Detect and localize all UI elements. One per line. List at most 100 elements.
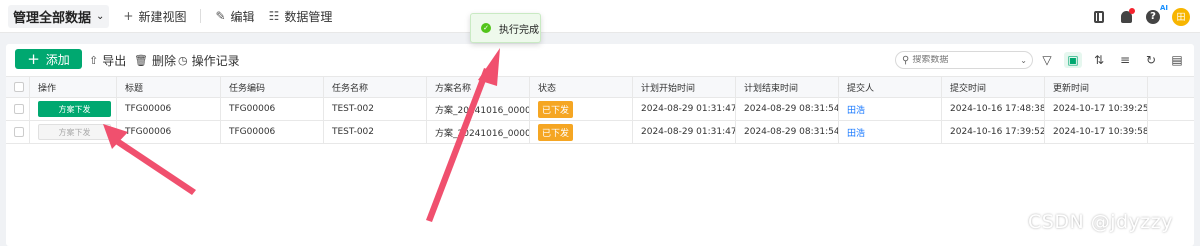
new-view-button[interactable]: + 新建视图 bbox=[123, 8, 186, 25]
task-code-cell: TFG00006 bbox=[221, 98, 324, 120]
action-cell: 方案下发 bbox=[30, 121, 117, 143]
edit-button[interactable]: ✎ 编辑 bbox=[215, 8, 254, 25]
check-circle-icon: ✓ bbox=[481, 23, 491, 33]
plan-end-cell: 2024-08-29 08:31:54 bbox=[736, 98, 839, 120]
row-checkbox[interactable] bbox=[14, 127, 24, 137]
task-name-cell: TEST-002 bbox=[324, 98, 427, 120]
export-label: 导出 bbox=[102, 54, 127, 68]
title-cell: TFG00006 bbox=[117, 121, 221, 143]
search-icon: ⚲ bbox=[902, 54, 910, 66]
plus-icon: + bbox=[27, 49, 40, 68]
top-bar: 管理全部数据 ⌄ + 新建视图 ✎ 编辑 ☷ 数据管理 ? AI 田 bbox=[0, 0, 1200, 33]
avatar-text: 田 bbox=[1172, 7, 1190, 26]
table-row[interactable]: 方案下发 TFG00006 TFG00006 TEST-002 方案_20241… bbox=[6, 98, 1194, 121]
data-manage-label: 数据管理 bbox=[284, 9, 333, 24]
column-header-spacer bbox=[1148, 77, 1194, 97]
dispatch-plan-button[interactable]: 方案下发 bbox=[38, 101, 111, 117]
edit-label: 编辑 bbox=[230, 9, 255, 24]
action-cell: 方案下发 bbox=[30, 98, 117, 120]
refresh-icon[interactable]: ↻ bbox=[1142, 52, 1160, 68]
submitter-link[interactable]: 田浩 bbox=[847, 103, 865, 116]
view-selector[interactable]: 管理全部数据 ⌄ bbox=[8, 4, 110, 28]
submit-time-cell: 2024-10-16 17:39:52 bbox=[942, 121, 1045, 143]
table-row[interactable]: 方案下发 TFG00006 TFG00006 TEST-002 方案_20241… bbox=[6, 121, 1194, 144]
pencil-icon: ✎ bbox=[215, 9, 226, 23]
column-header[interactable]: 状态 bbox=[530, 77, 633, 97]
task-name-cell: TEST-002 bbox=[324, 121, 427, 143]
filter-icon[interactable]: ▽ bbox=[1038, 52, 1056, 68]
column-header[interactable]: 操作 bbox=[30, 77, 117, 97]
row-spacer bbox=[1148, 121, 1194, 143]
column-header[interactable]: 方案名称 bbox=[427, 77, 530, 97]
dispatch-plan-button-disabled: 方案下发 bbox=[38, 124, 111, 140]
submitter-cell: 田浩 bbox=[839, 121, 942, 143]
status-badge: 已下发 bbox=[538, 100, 574, 118]
select-all-checkbox[interactable] bbox=[14, 82, 24, 92]
column-header[interactable]: 任务名称 bbox=[324, 77, 427, 97]
operation-log-label: 操作记录 bbox=[191, 54, 240, 68]
status-badge: 已下发 bbox=[538, 123, 574, 141]
table-header-row: 操作 标题 任务编码 任务名称 方案名称 状态 计划开始时间 计划结束时间 提交… bbox=[6, 76, 1194, 98]
data-table-card: + 添加 ⇧ 导出 🗑 删除 ◷ 操作记录 ⚲ ⌄ ▽ ▣ ⇅ ≡ ↻ ▤ 操作 bbox=[6, 44, 1194, 246]
select-all-cell[interactable] bbox=[6, 77, 30, 97]
table-toolbar: + 添加 ⇧ 导出 🗑 删除 ◷ 操作记录 ⚲ ⌄ ▽ ▣ ⇅ ≡ ↻ ▤ bbox=[6, 44, 1194, 76]
success-toast: ✓ 执行完成 bbox=[470, 13, 541, 43]
divider bbox=[200, 9, 202, 23]
plus-icon: + bbox=[123, 9, 134, 23]
clock-icon: ◷ bbox=[178, 54, 188, 67]
data-manage-button[interactable]: ☷ 数据管理 bbox=[269, 8, 333, 25]
database-icon: ☷ bbox=[268, 9, 280, 23]
help-icon[interactable]: ? AI bbox=[1144, 0, 1168, 33]
column-header[interactable]: 标题 bbox=[117, 77, 221, 97]
watermark: CSDN @jdyzzy bbox=[1028, 211, 1173, 233]
column-header[interactable]: 提交时间 bbox=[942, 77, 1045, 97]
submitter-cell: 田浩 bbox=[839, 98, 942, 120]
row-select-cell[interactable] bbox=[6, 121, 30, 143]
add-button[interactable]: + 添加 bbox=[15, 49, 82, 69]
trash-icon: 🗑 bbox=[134, 54, 148, 67]
row-spacer bbox=[1148, 98, 1194, 120]
status-cell: 已下发 bbox=[530, 98, 633, 120]
column-settings-icon[interactable]: ▤ bbox=[1168, 52, 1186, 68]
avatar[interactable]: 田 bbox=[1172, 0, 1190, 33]
status-cell: 已下发 bbox=[530, 121, 633, 143]
task-code-cell: TFG00006 bbox=[221, 121, 324, 143]
chevron-down-icon[interactable]: ⌄ bbox=[1020, 56, 1027, 65]
export-button[interactable]: ⇧ 导出 bbox=[89, 52, 126, 69]
plan-start-cell: 2024-08-29 01:31:47 bbox=[633, 121, 736, 143]
plan-name-cell: 方案_20241016_00005 bbox=[427, 121, 530, 143]
title-cell: TFG00006 bbox=[117, 98, 221, 120]
plan-end-cell: 2024-08-29 08:31:54 bbox=[736, 121, 839, 143]
search-box[interactable]: ⚲ ⌄ bbox=[895, 51, 1033, 69]
column-header[interactable]: 提交人 bbox=[839, 77, 942, 97]
export-icon: ⇧ bbox=[89, 54, 99, 67]
panel-toggle-icon[interactable] bbox=[1090, 0, 1108, 33]
delete-label: 删除 bbox=[151, 54, 176, 68]
update-time-cell: 2024-10-17 10:39:25 bbox=[1045, 98, 1148, 120]
submitter-link[interactable]: 田浩 bbox=[847, 126, 865, 139]
row-checkbox[interactable] bbox=[14, 104, 24, 114]
column-header[interactable]: 更新时间 bbox=[1045, 77, 1148, 97]
update-time-cell: 2024-10-17 10:39:58 bbox=[1045, 121, 1148, 143]
chevron-down-icon: ⌄ bbox=[96, 10, 105, 22]
row-select-cell[interactable] bbox=[6, 98, 30, 120]
bell-icon[interactable] bbox=[1117, 0, 1135, 33]
operation-log-button[interactable]: ◷ 操作记录 bbox=[178, 52, 240, 69]
plan-name-cell: 方案_20241016_00007 bbox=[427, 98, 530, 120]
submit-time-cell: 2024-10-16 17:48:38 bbox=[942, 98, 1045, 120]
view-selector-label: 管理全部数据 bbox=[13, 10, 92, 26]
new-view-label: 新建视图 bbox=[138, 9, 187, 24]
sort-icon[interactable]: ⇅ bbox=[1090, 52, 1108, 68]
search-input[interactable] bbox=[912, 55, 1013, 65]
data-table: 操作 标题 任务编码 任务名称 方案名称 状态 计划开始时间 计划结束时间 提交… bbox=[6, 76, 1194, 144]
column-header[interactable]: 计划结束时间 bbox=[736, 77, 839, 97]
column-header[interactable]: 计划开始时间 bbox=[633, 77, 736, 97]
highlight-icon[interactable]: ▣ bbox=[1064, 52, 1082, 68]
ai-badge: AI bbox=[1159, 3, 1168, 12]
column-header[interactable]: 任务编码 bbox=[221, 77, 324, 97]
row-height-icon[interactable]: ≡ bbox=[1116, 52, 1134, 68]
toast-message: 执行完成 bbox=[499, 24, 539, 36]
add-label: 添加 bbox=[45, 52, 70, 67]
plan-start-cell: 2024-08-29 01:31:47 bbox=[633, 98, 736, 120]
delete-button[interactable]: 🗑 删除 bbox=[134, 52, 176, 69]
